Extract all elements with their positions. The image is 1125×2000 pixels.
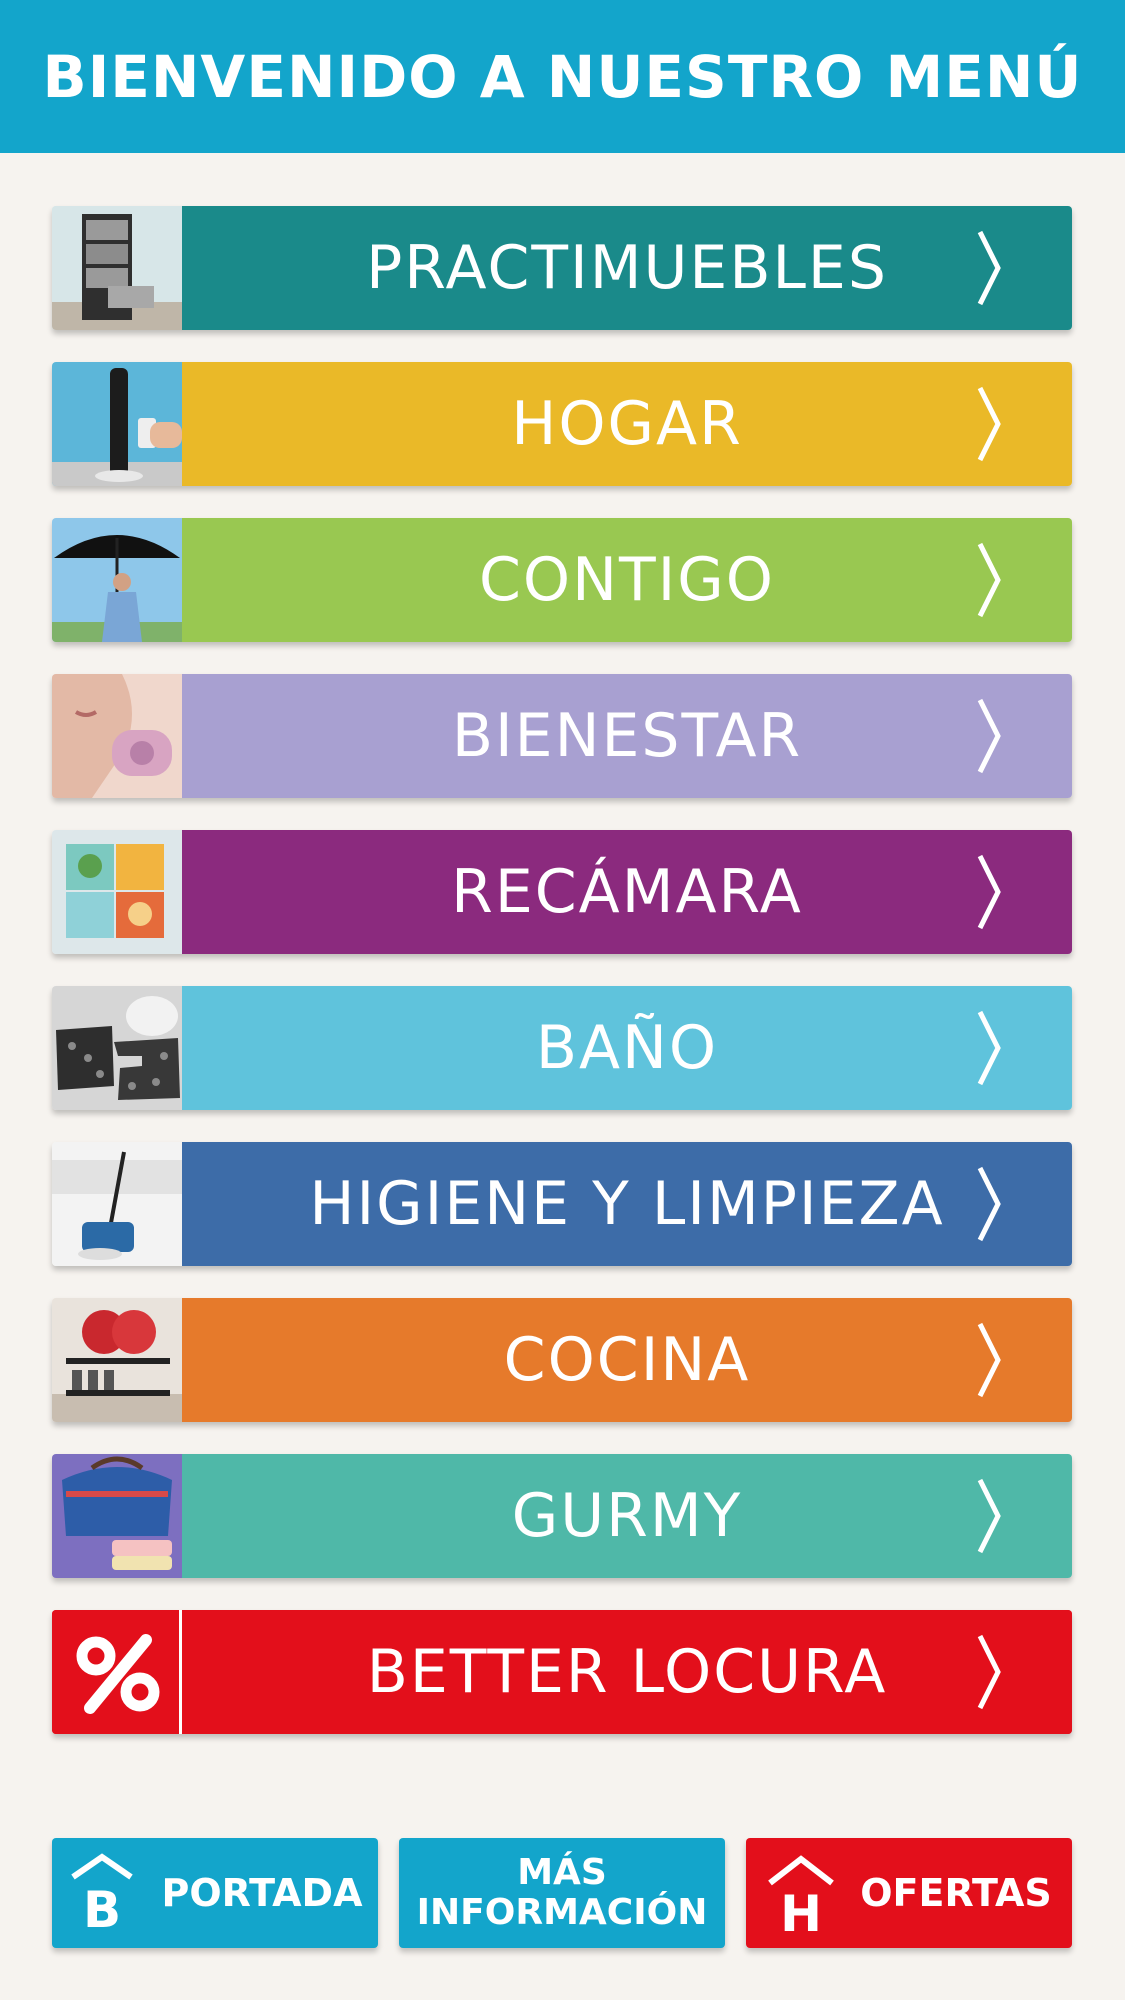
page-title: BIENVENIDO A NUESTRO MENÚ	[42, 42, 1083, 111]
umbrella-thumbnail	[52, 518, 182, 642]
menu-item-bar[interactable]: PRACTIMUEBLES	[182, 206, 1072, 330]
portada-label: PORTADA	[161, 1871, 363, 1915]
menu-item-contigo[interactable]: CONTIGO	[52, 518, 1072, 642]
ofertas-button[interactable]: H OFERTAS	[746, 1838, 1072, 1948]
svg-text:B: B	[83, 1881, 121, 1933]
svg-text:H: H	[780, 1885, 822, 1933]
header: BIENVENIDO A NUESTRO MENÚ	[0, 0, 1125, 153]
menu-item-bar[interactable]: BAÑO	[182, 986, 1072, 1110]
menu-item-label: PRACTIMUEBLES	[366, 233, 888, 303]
menu-item-label: BETTER LOCURA	[366, 1637, 888, 1707]
menu-item-better-locura[interactable]: BETTER LOCURA	[52, 1610, 1072, 1734]
menu-item-label: BAÑO	[535, 1013, 719, 1083]
mas-informacion-button[interactable]: MÁS INFORMACIÓN	[399, 1838, 725, 1948]
spin-mop-thumbnail	[52, 1142, 182, 1266]
menu-item-label: GURMY	[511, 1481, 743, 1551]
portada-button[interactable]: B PORTADA	[52, 1838, 378, 1948]
chevron-right-icon	[976, 696, 1002, 776]
chevron-right-icon	[976, 384, 1002, 464]
menu-item-label: BIENESTAR	[451, 701, 803, 771]
menu-item-bano[interactable]: BAÑO	[52, 986, 1072, 1110]
b-house-icon: B	[67, 1853, 137, 1933]
ofertas-label: OFERTAS	[860, 1871, 1052, 1915]
menu-item-bar[interactable]: BETTER LOCURA	[182, 1610, 1072, 1734]
lunch-bag-thumbnail	[52, 1454, 182, 1578]
menu-item-label: HOGAR	[511, 389, 743, 459]
menu-item-label: COCINA	[503, 1325, 751, 1395]
chevron-right-icon	[976, 1320, 1002, 1400]
menu-item-label: HIGIENE Y LIMPIEZA	[309, 1169, 945, 1239]
footer-nav: B PORTADA MÁS INFORMACIÓN H OFERTAS	[52, 1838, 1072, 1948]
menu-item-bienestar[interactable]: BIENESTAR	[52, 674, 1072, 798]
menu-item-bar[interactable]: RECÁMARA	[182, 830, 1072, 954]
menu-item-bar[interactable]: HIGIENE Y LIMPIEZA	[182, 1142, 1072, 1266]
chevron-right-icon	[976, 228, 1002, 308]
menu-item-practimuebles[interactable]: PRACTIMUEBLES	[52, 206, 1072, 330]
menu-item-label: RECÁMARA	[451, 857, 803, 927]
tower-fan-thumbnail	[52, 362, 182, 486]
menu-item-higiene-y-limpieza[interactable]: HIGIENE Y LIMPIEZA	[52, 1142, 1072, 1266]
chevron-right-icon	[976, 1008, 1002, 1088]
face-massager-thumbnail	[52, 674, 182, 798]
kids-organizer-thumbnail	[52, 830, 182, 954]
menu-item-bar[interactable]: HOGAR	[182, 362, 1072, 486]
menu-item-hogar[interactable]: HOGAR	[52, 362, 1072, 486]
category-menu: PRACTIMUEBLES HOGAR CONTIGO BIENESTAR RE…	[52, 206, 1072, 1766]
menu-item-bar[interactable]: CONTIGO	[182, 518, 1072, 642]
chevron-right-icon	[976, 852, 1002, 932]
chevron-right-icon	[976, 1632, 1002, 1712]
info-line-1: MÁS	[517, 1852, 607, 1893]
menu-item-recamara[interactable]: RECÁMARA	[52, 830, 1072, 954]
info-line-2: INFORMACIÓN	[416, 1892, 708, 1933]
chevron-right-icon	[976, 540, 1002, 620]
menu-item-bar[interactable]: GURMY	[182, 1454, 1072, 1578]
menu-item-bar[interactable]: BIENESTAR	[182, 674, 1072, 798]
menu-item-cocina[interactable]: COCINA	[52, 1298, 1072, 1422]
h-house-icon: H	[766, 1853, 836, 1933]
chevron-right-icon	[976, 1476, 1002, 1556]
menu-item-bar[interactable]: COCINA	[182, 1298, 1072, 1422]
menu-item-gurmy[interactable]: GURMY	[52, 1454, 1072, 1578]
percent-icon	[52, 1610, 182, 1734]
menu-item-label: CONTIGO	[478, 545, 776, 615]
drawer-cabinet-thumbnail	[52, 206, 182, 330]
chevron-right-icon	[976, 1164, 1002, 1244]
bath-mats-thumbnail	[52, 986, 182, 1110]
dish-rack-thumbnail	[52, 1298, 182, 1422]
